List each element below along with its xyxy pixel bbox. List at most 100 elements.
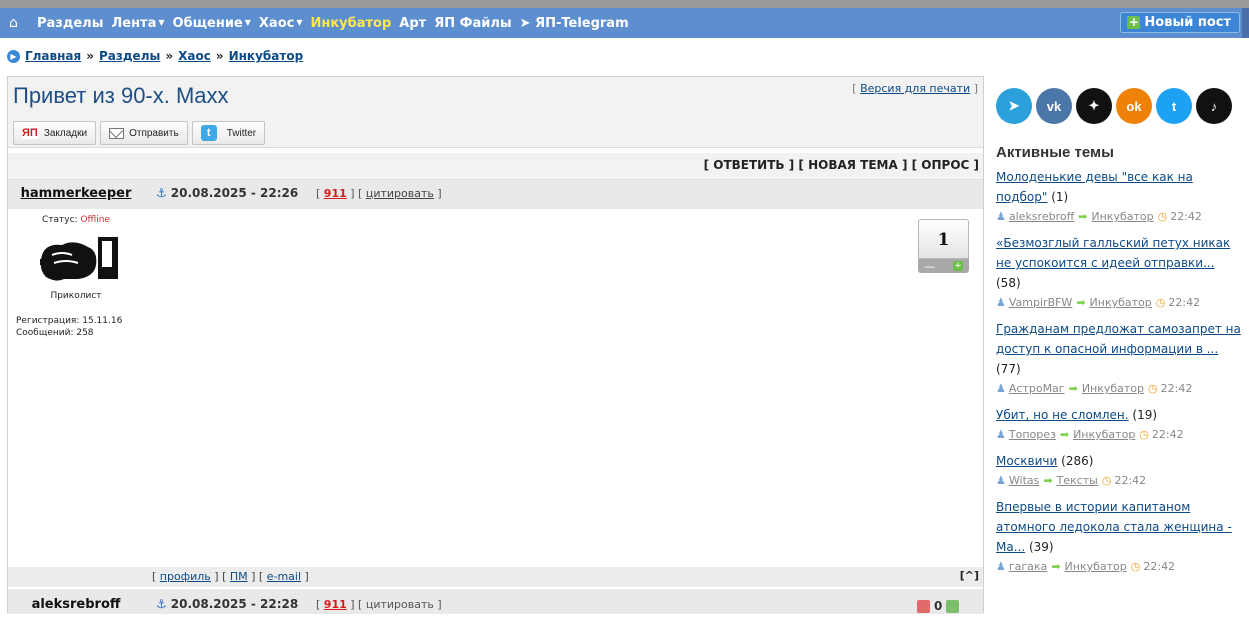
caret-down-icon: ▼ — [158, 17, 165, 27]
nav-item-feed[interactable]: Лента ▼ — [111, 16, 164, 31]
breadcrumb-sep: » — [215, 49, 224, 63]
topic-count: (286) — [1061, 454, 1094, 468]
print-version: [ Версия для печати ] — [852, 82, 978, 95]
topic-meta: ♟ гагака ➡ Инкубатор ◷ 22:42 — [996, 557, 1241, 577]
nav-item-art[interactable]: Арт — [399, 16, 426, 31]
person-icon: ♟ — [996, 428, 1006, 441]
post-header: aleksrebroff ⚓ 20.08.2025 - 22:28 [ 911 ]… — [8, 589, 983, 614]
breadcrumb-chaos[interactable]: Хаос — [178, 49, 211, 63]
nav-item-communication-label: Общение — [172, 15, 243, 31]
breadcrumb-incubator[interactable]: Инкубатор — [229, 49, 304, 63]
breadcrumb-sections[interactable]: Разделы — [99, 49, 160, 63]
post-date-text: 20.08.2025 - 22:28 — [170, 597, 299, 611]
avatar[interactable] — [38, 235, 120, 287]
post-rating: 1 — + — [918, 219, 969, 274]
plus-icon: + — [1127, 15, 1141, 29]
topic-section-link[interactable]: Инкубатор — [1073, 428, 1135, 441]
nav-item-incubator[interactable]: Инкубатор — [311, 16, 392, 31]
post-number-link[interactable]: 911 — [324, 598, 347, 611]
vote-up-button[interactable] — [946, 599, 960, 613]
post-date: ⚓ 20.08.2025 - 22:28 — [156, 589, 298, 620]
post-author[interactable]: aleksrebroff — [8, 589, 144, 620]
bookmarks-button[interactable]: ЯП Закладки — [13, 121, 97, 145]
quote-link[interactable]: цитировать — [366, 187, 434, 200]
topic-panel: Привет из 90-х. Maxx [ Версия для печати… — [7, 76, 984, 614]
home-icon[interactable]: ⌂ — [9, 15, 29, 31]
post-votes: 0 — [917, 599, 960, 613]
print-version-link[interactable]: Версия для печати — [860, 82, 970, 95]
topic-time: 22:42 — [1143, 560, 1176, 573]
pm-link[interactable]: ПМ — [230, 570, 248, 583]
breadcrumb-home[interactable]: Главная — [25, 49, 81, 63]
post-date: ⚓ 20.08.2025 - 22:26 — [156, 178, 298, 209]
nav-item-chaos[interactable]: Хаос ▼ — [259, 16, 303, 31]
new-post-button[interactable]: + Новый пост — [1120, 12, 1240, 33]
topic-user-link[interactable]: АстроМаг — [1009, 382, 1065, 395]
author-link[interactable]: hammerkeeper — [21, 186, 132, 201]
vote-count: 0 — [934, 599, 943, 613]
post-number-link[interactable]: 911 — [324, 187, 347, 200]
user-stats: Регистрация: 15.11.16 Сообщений: 258 — [16, 315, 122, 339]
profile-link[interactable]: профиль — [160, 570, 211, 583]
topic-link[interactable]: «Безмозглый галльский петух никак не усп… — [996, 236, 1230, 270]
arrow-right-icon: ➡ — [1043, 474, 1053, 487]
nav-item-communication[interactable]: Общение ▼ — [173, 16, 251, 31]
topic-user-link[interactable]: aleksrebroff — [1009, 210, 1074, 223]
page-title: Привет из 90-х. Maxx — [13, 83, 229, 108]
topic-user-link[interactable]: гагака — [1009, 560, 1047, 573]
topic-time: 22:42 — [1160, 382, 1193, 395]
topic-count: (19) — [1132, 408, 1158, 422]
twitter-share-button[interactable]: t Twitter — [191, 121, 266, 145]
ok-icon[interactable]: ok — [1116, 88, 1152, 124]
telegram-icon[interactable]: ➤ — [996, 88, 1032, 124]
topic-link[interactable]: Молоденькие девы "все как на подбор" — [996, 170, 1193, 204]
scroll-top-button[interactable]: [^] — [960, 569, 979, 582]
quote-link[interactable]: цитировать — [366, 598, 434, 611]
topic-user-link[interactable]: Witas — [1009, 474, 1039, 487]
bookmarks-label: Закладки — [43, 127, 88, 139]
topic-link[interactable]: Гражданам предложат самозапрет на доступ… — [996, 322, 1241, 356]
anchor-icon[interactable]: ⚓ — [156, 186, 167, 200]
dzen-icon[interactable]: ✦ — [1076, 88, 1112, 124]
email-link[interactable]: e-mail — [267, 570, 301, 583]
nav-item-sections[interactable]: Разделы — [37, 16, 103, 31]
topic-count: (39) — [1028, 540, 1054, 554]
active-topics-title: Активные темы — [996, 144, 1114, 161]
user-rank: Приколист — [50, 291, 102, 301]
poll-button[interactable]: [ ОПРОС ] — [912, 158, 979, 172]
topic-user-link[interactable]: Топорез — [1009, 428, 1056, 441]
topic-link[interactable]: Убит, но не сломлен. — [996, 408, 1129, 422]
reply-button[interactable]: [ ОТВЕТИТЬ ] — [704, 158, 795, 172]
new-topic-button[interactable]: [ НОВАЯ ТЕМА ] — [798, 158, 907, 172]
rating-value: 1 — [918, 219, 969, 259]
vote-down-button[interactable]: — — [924, 260, 935, 273]
arrow-right-icon: ➡ — [1059, 428, 1070, 441]
send-button[interactable]: Отправить — [100, 121, 188, 145]
post-body: Статус: Offline Приколист Регистрация: 1… — [8, 209, 983, 567]
anchor-icon[interactable]: ⚓ — [156, 597, 167, 611]
vk-icon[interactable]: vk — [1036, 88, 1072, 124]
tiktok-icon[interactable]: ♪ — [1196, 88, 1232, 124]
active-topics-list: Молоденькие девы "все как на подбор" (1)… — [996, 167, 1241, 577]
person-icon: ♟ — [996, 382, 1006, 395]
topic-section-link[interactable]: Тексты — [1057, 474, 1098, 487]
topic-user-link[interactable]: VampirBFW — [1009, 296, 1072, 309]
message-count: Сообщений: 258 — [16, 328, 94, 338]
nav-item-telegram[interactable]: ➤ ЯП-Telegram — [520, 16, 629, 31]
user-info: Статус: Offline Приколист Регистрация: 1… — [8, 209, 144, 338]
nav-item-files[interactable]: ЯП Файлы — [434, 16, 511, 31]
person-icon: ♟ — [996, 296, 1006, 309]
topic-meta: ♟ VampirBFW ➡ Инкубатор ◷ 22:42 — [996, 293, 1241, 313]
twitter-icon[interactable]: t — [1156, 88, 1192, 124]
post-counter: [ 911 ] [ цитировать ] — [316, 187, 442, 200]
topic-section-link[interactable]: Инкубатор — [1082, 382, 1144, 395]
topic-time: 22:42 — [1170, 210, 1202, 223]
topic-section-link[interactable]: Инкубатор — [1065, 560, 1127, 573]
clock-icon: ◷ — [1148, 382, 1158, 395]
topic-section-link[interactable]: Инкубатор — [1091, 210, 1153, 223]
topic-section-link[interactable]: Инкубатор — [1090, 296, 1152, 309]
topic-link[interactable]: Москвичи — [996, 454, 1057, 468]
vote-down-button[interactable] — [917, 599, 930, 613]
vote-up-button[interactable]: + — [953, 261, 963, 271]
topic-actions: [ ОТВЕТИТЬ ] [ НОВАЯ ТЕМА ] [ ОПРОС ] — [8, 153, 983, 177]
